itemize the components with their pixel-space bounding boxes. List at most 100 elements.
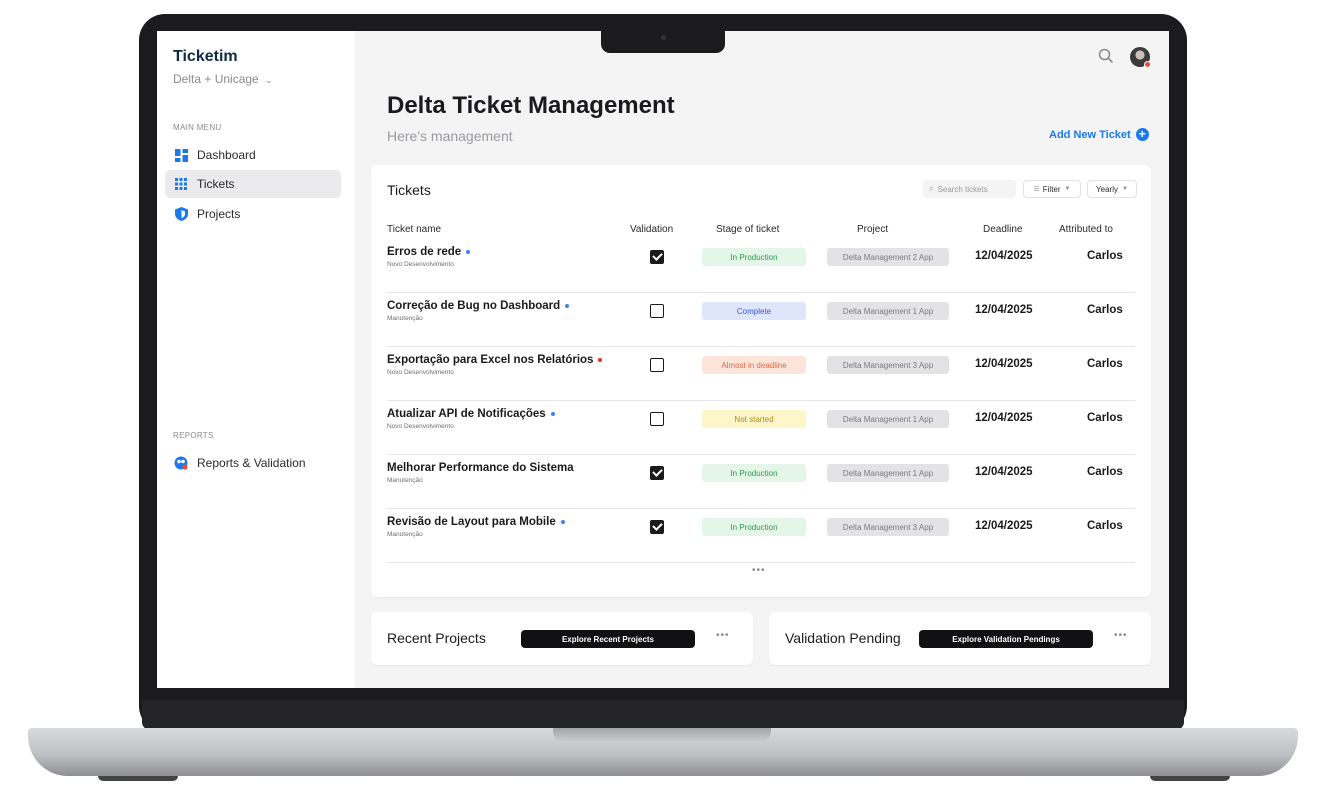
- status-dot: [560, 519, 565, 524]
- validation-checkbox[interactable]: [650, 358, 664, 372]
- column-header-deadline: Deadline: [983, 224, 1023, 235]
- project-badge: Delta Management 2 App: [827, 248, 949, 266]
- add-new-ticket-button[interactable]: Add New Ticket +: [1049, 128, 1149, 141]
- laptop-foot-left: [98, 776, 178, 781]
- ticket-name-text: Atualizar API de Notificações: [387, 408, 546, 420]
- column-header-ticket-name: Ticket name: [387, 224, 442, 235]
- ticket-category: Novo Desenvolvimento: [387, 369, 454, 376]
- project-badge: Delta Management 3 App: [827, 356, 949, 374]
- sidebar-item-label: Dashboard: [197, 148, 256, 162]
- table-row[interactable]: Melhorar Performance do Sistema Manutençã…: [387, 457, 1135, 511]
- period-select[interactable]: Yearly ▼: [1087, 180, 1137, 198]
- ticket-name: Revisão de Layout para Mobile: [387, 516, 565, 528]
- ticket-name-text: Melhorar Performance do Sistema: [387, 462, 574, 474]
- laptop-bezel: [142, 700, 1184, 730]
- chevron-down-icon: ⌄: [265, 75, 273, 85]
- stage-badge: In Production: [702, 248, 806, 266]
- sidebar-item-reports-validation[interactable]: Reports & Validation: [165, 449, 341, 477]
- row-divider: [387, 508, 1135, 509]
- column-header-stage: Stage of ticket: [716, 224, 780, 235]
- ticket-name: Correção de Bug no Dashboard: [387, 300, 570, 312]
- table-row[interactable]: Exportação para Excel nos Relatórios Novo…: [387, 349, 1135, 403]
- ticket-category: Manutenção: [387, 315, 423, 322]
- dashboard-icon: [174, 148, 188, 162]
- main-menu-label: MAIN MENU: [173, 123, 222, 132]
- explore-validation-pendings-button[interactable]: Explore Validation Pendings: [919, 630, 1093, 648]
- filter-button[interactable]: ☰ Filter ▼: [1023, 180, 1081, 198]
- attributed-to: Carlos: [1087, 520, 1123, 532]
- search-icon: ⌕: [929, 184, 934, 193]
- table-row[interactable]: Correção de Bug no Dashboard Manutenção Co…: [387, 295, 1135, 349]
- validation-checkbox[interactable]: [650, 412, 664, 426]
- search-placeholder: Search tickets: [937, 184, 988, 194]
- sidebar-item-dashboard[interactable]: Dashboard: [165, 141, 341, 169]
- add-new-ticket-label: Add New Ticket: [1049, 128, 1131, 141]
- main-content: Delta Ticket Management Here's managemen…: [355, 31, 1169, 688]
- table-row[interactable]: Revisão de Layout para Mobile Manutenção I…: [387, 511, 1135, 565]
- deadline: 12/04/2025: [975, 412, 1033, 424]
- validation-pending-title: Validation Pending: [785, 630, 901, 646]
- row-divider: [387, 454, 1135, 455]
- column-header-project: Project: [857, 224, 889, 235]
- ticket-name-text: Erros de rede: [387, 246, 462, 258]
- recent-projects-more-button[interactable]: •••: [716, 630, 730, 641]
- filter-label: Filter: [1042, 184, 1061, 194]
- sidebar-item-label: Tickets: [197, 177, 235, 191]
- status-dot: [565, 303, 570, 308]
- validation-pending-card: Validation Pending Explore Validation Pe…: [769, 612, 1151, 665]
- status-dot: [550, 411, 555, 416]
- sidebar-item-label: Reports & Validation: [197, 456, 306, 470]
- ticket-name: Exportação para Excel nos Relatórios: [387, 354, 603, 366]
- laptop-foot-right: [1150, 776, 1230, 781]
- row-divider: [387, 400, 1135, 401]
- attributed-to: Carlos: [1087, 358, 1123, 370]
- project-badge: Delta Management 1 App: [827, 410, 949, 428]
- sidebar-item-projects[interactable]: Projects: [165, 200, 341, 228]
- stage-badge: Not started: [702, 410, 806, 428]
- deadline: 12/04/2025: [975, 466, 1033, 478]
- filter-icon: ☰: [1033, 186, 1040, 193]
- attributed-to: Carlos: [1087, 304, 1123, 316]
- page-subtitle: Here's management: [387, 128, 513, 144]
- status-dot: [598, 357, 603, 362]
- validation-checkbox[interactable]: [650, 250, 664, 264]
- ticket-name-text: Exportação para Excel nos Relatórios: [387, 354, 594, 366]
- column-header-attributed-to: Attributed to: [1059, 224, 1113, 235]
- table-row[interactable]: Atualizar API de Notificações Novo Desenv…: [387, 403, 1135, 457]
- workspace-switcher[interactable]: Delta + Unicage ⌄: [173, 72, 273, 86]
- project-badge: Delta Management 1 App: [827, 302, 949, 320]
- sidebar-item-label: Projects: [197, 207, 241, 221]
- ticket-name: Melhorar Performance do Sistema: [387, 462, 574, 474]
- stage-badge: Complete: [702, 302, 806, 320]
- table-row[interactable]: Erros de rede Novo Desenvolvimento In Prod…: [387, 241, 1135, 295]
- ticket-category: Novo Desenvolvimento: [387, 423, 454, 430]
- ticket-category: Manutenção: [387, 531, 423, 538]
- attributed-to: Carlos: [1087, 250, 1123, 262]
- reports-icon: [174, 456, 188, 470]
- deadline: 12/04/2025: [975, 358, 1033, 370]
- tickets-card: Tickets ⌕ Search tickets ☰ Filter ▼ Year…: [371, 165, 1151, 597]
- project-badge: Delta Management 1 App: [827, 464, 949, 482]
- validation-checkbox[interactable]: [650, 304, 664, 318]
- laptop-opening-notch: [553, 728, 771, 743]
- sidebar: Ticketim Delta + Unicage ⌄ MAIN MENU Das…: [157, 31, 355, 688]
- sidebar-item-tickets[interactable]: Tickets: [165, 170, 341, 198]
- page-title-bold: Delta: [387, 92, 446, 119]
- more-tickets-button[interactable]: •••: [752, 565, 766, 576]
- ticket-name: Erros de rede: [387, 246, 471, 258]
- status-dot: [466, 249, 471, 254]
- search-tickets-input[interactable]: ⌕ Search tickets: [923, 180, 1016, 198]
- explore-recent-projects-button[interactable]: Explore Recent Projects: [521, 630, 695, 648]
- caret-down-icon: ▼: [1122, 186, 1128, 192]
- reports-section-label: REPORTS: [173, 431, 214, 440]
- validation-checkbox[interactable]: [650, 520, 664, 534]
- search-icon[interactable]: [1098, 48, 1114, 64]
- plus-circle-icon: +: [1135, 128, 1149, 141]
- camera-icon: [661, 35, 666, 40]
- validation-pending-more-button[interactable]: •••: [1114, 630, 1128, 641]
- attributed-to: Carlos: [1087, 466, 1123, 478]
- validation-checkbox[interactable]: [650, 466, 664, 480]
- row-divider: [387, 292, 1135, 293]
- row-divider: [387, 562, 1135, 563]
- project-badge: Delta Management 3 App: [827, 518, 949, 536]
